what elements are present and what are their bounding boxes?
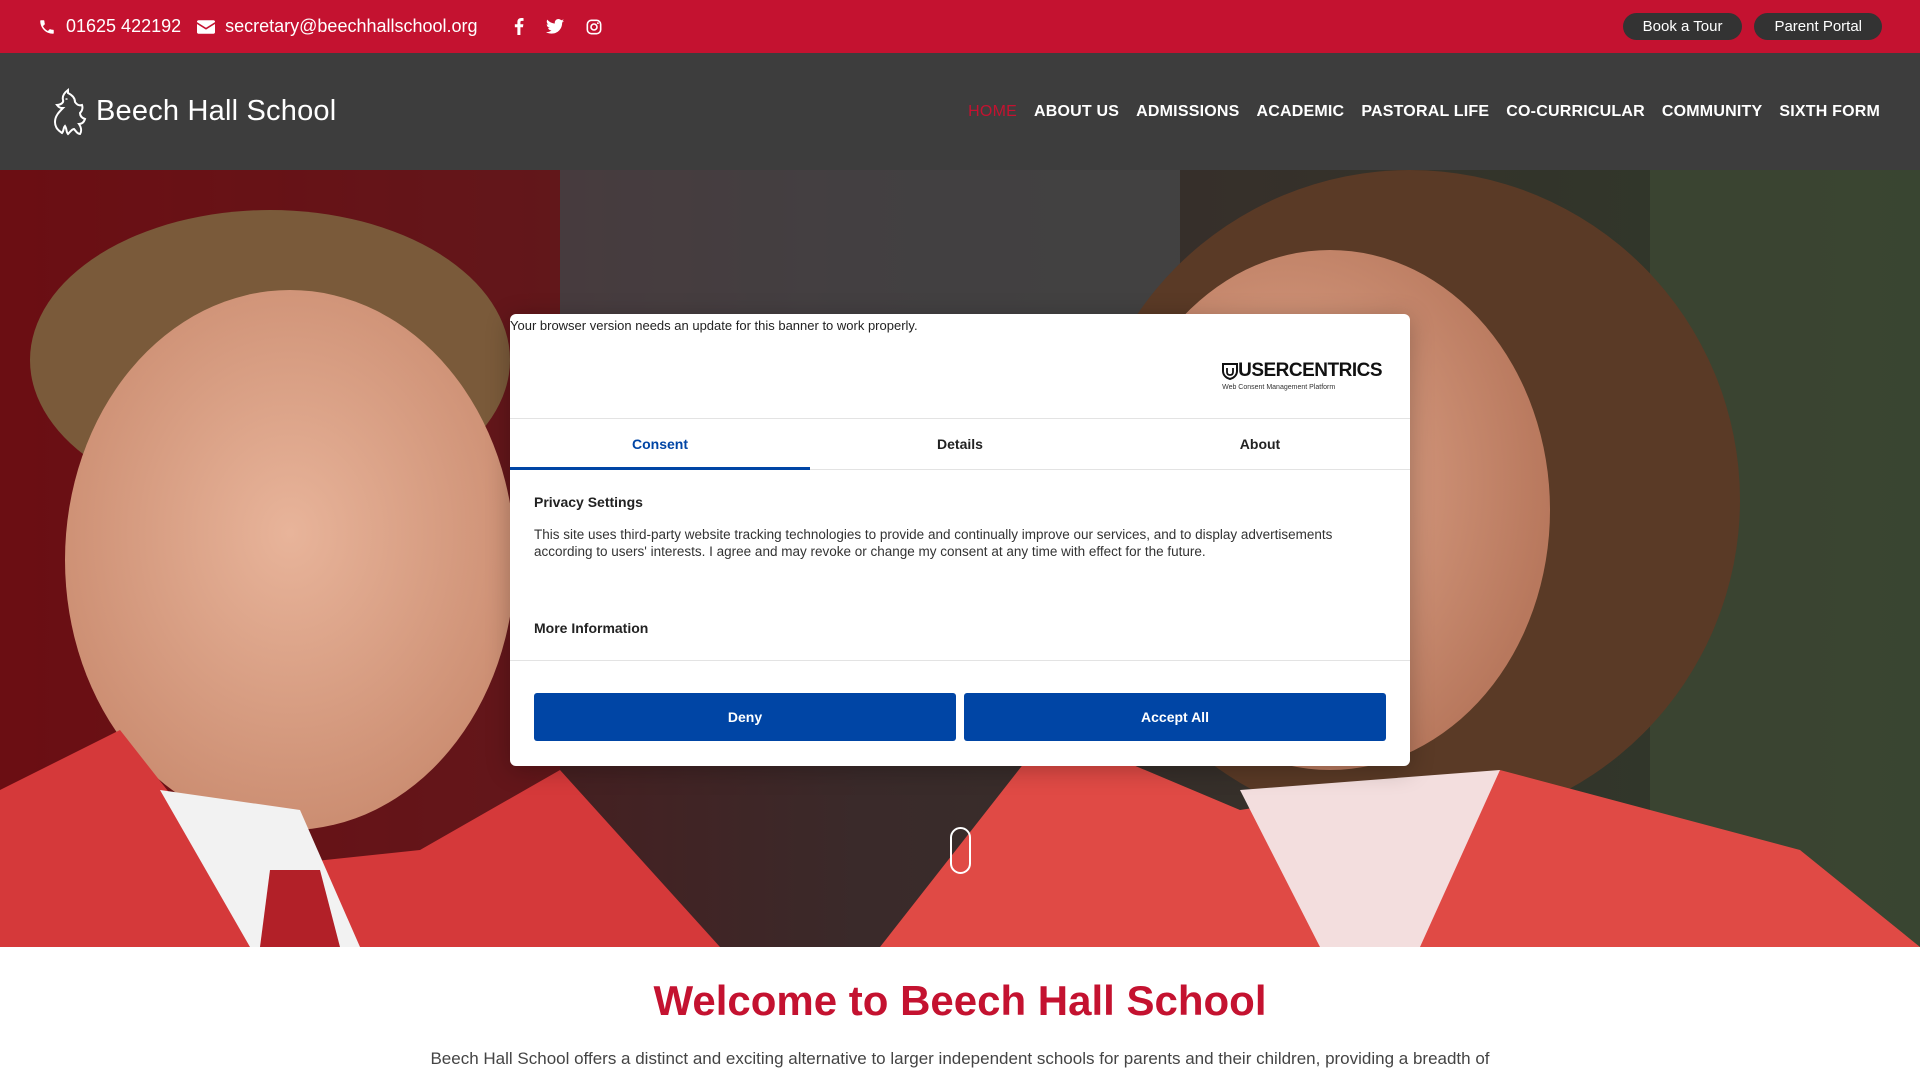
phone-link[interactable]: 01625 422192 (38, 16, 181, 37)
tab-about[interactable]: About (1110, 419, 1410, 469)
crest-icon (53, 87, 87, 135)
nav-co-curricular[interactable]: CO-CURRICULAR (1506, 103, 1645, 121)
nav-home[interactable]: HOME (968, 103, 1017, 121)
scroll-down-indicator[interactable] (950, 827, 971, 874)
more-information-link[interactable]: More Information (534, 620, 648, 636)
logo-text: Beech Hall School (96, 95, 337, 127)
social-links (514, 18, 602, 35)
welcome-title: Welcome to Beech Hall School (653, 977, 1267, 1024)
browser-warning: Your browser version needs an update for… (510, 318, 918, 333)
nav-community[interactable]: COMMUNITY (1662, 103, 1762, 121)
usercentrics-brand: USERCENTRICS (1238, 360, 1382, 381)
envelope-icon (197, 19, 216, 34)
book-tour-button[interactable]: Book a Tour (1622, 13, 1743, 40)
email-address: secretary@beechhallschool.org (225, 16, 478, 36)
usercentrics-subtitle: Web Consent Management Platform (1222, 384, 1336, 391)
nav-sixth-form[interactable]: SIXTH FORM (1779, 103, 1880, 121)
consent-tabs: Consent Details About (510, 418, 1410, 470)
nav-academic[interactable]: ACADEMIC (1256, 103, 1344, 121)
usercentrics-logo: USERCENTRICS Web Consent Management Plat… (1222, 360, 1382, 391)
deny-button[interactable]: Deny (534, 693, 956, 741)
nav-admissions[interactable]: ADMISSIONS (1136, 103, 1239, 121)
accept-all-button[interactable]: Accept All (964, 693, 1386, 741)
tab-details[interactable]: Details (810, 419, 1110, 469)
consent-buttons: Deny Accept All (534, 693, 1386, 741)
phone-number: 01625 422192 (66, 16, 182, 36)
welcome-section: Welcome to Beech Hall School Beech Hall … (0, 947, 1920, 1080)
facebook-icon[interactable] (514, 18, 524, 35)
privacy-settings-text: This site uses third-party website track… (534, 527, 1333, 559)
nav-about-us[interactable]: ABOUT US (1034, 103, 1119, 121)
privacy-settings-title: Privacy Settings (534, 494, 643, 510)
parent-portal-button[interactable]: Parent Portal (1754, 13, 1882, 40)
instagram-icon[interactable] (586, 19, 602, 35)
welcome-text: Beech Hall School offers a distinct and … (430, 1049, 1490, 1068)
email-link[interactable]: secretary@beechhallschool.org (197, 16, 478, 37)
top-bar: 01625 422192 secretary@beechhallschool.o… (0, 0, 1920, 53)
consent-dialog: Your browser version needs an update for… (510, 314, 1410, 766)
site-logo[interactable]: Beech Hall School (48, 87, 336, 137)
site-header: Beech Hall School HOME ABOUT US ADMISSIO… (0, 53, 1920, 170)
phone-icon (40, 19, 54, 34)
divider (510, 660, 1410, 661)
twitter-icon[interactable] (545, 19, 564, 34)
main-nav: HOME ABOUT US ADMISSIONS ACADEMIC PASTOR… (968, 103, 1880, 121)
shield-icon (1222, 363, 1239, 380)
nav-pastoral-life[interactable]: PASTORAL LIFE (1361, 103, 1489, 121)
tab-consent[interactable]: Consent (510, 419, 810, 470)
consent-body: Privacy Settings This site uses third-pa… (534, 494, 1386, 560)
